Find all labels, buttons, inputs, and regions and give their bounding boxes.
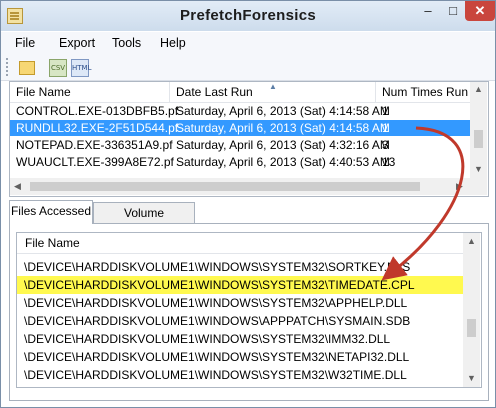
menu-help[interactable]: Help (160, 36, 186, 50)
menu-bar: File Export Tools Help (1, 32, 495, 54)
prefetch-count: 1 (382, 104, 389, 118)
close-button[interactable]: ✕ (465, 1, 495, 21)
prefetch-file-name: NOTEPAD.EXE-336351A9.pf (16, 138, 173, 152)
files-vertical-scrollbar[interactable]: ▲ ▼ (463, 233, 480, 387)
files-list[interactable]: File Name \DEVICE\HARDDISKVOLUME1\WINDOW… (16, 232, 482, 388)
maximize-button[interactable]: □ (441, 1, 465, 21)
file-row[interactable]: \DEVICE\HARDDISKVOLUME1\WINDOWS\APPPATCH… (17, 312, 463, 330)
tab-volume-information[interactable]: Volume Information (93, 202, 195, 240)
scroll-down-icon[interactable]: ▼ (474, 164, 483, 174)
toolbar-grip[interactable] (6, 58, 11, 76)
scroll-up-icon[interactable]: ▲ (467, 236, 476, 246)
prefetch-date: Saturday, April 6, 2013 (Sat) 4:14:58 AM (176, 104, 390, 118)
prefetch-horizontal-scrollbar[interactable]: ◀ ▶ (10, 178, 470, 195)
menu-tools[interactable]: Tools (112, 36, 141, 50)
toolbar: CSV HTML (1, 54, 495, 81)
scroll-thumb[interactable] (30, 182, 420, 191)
prefetch-list[interactable]: File Name Date Last Run ▲ Num Times Run … (9, 81, 489, 197)
col-file-name[interactable]: File Name (17, 233, 463, 253)
scroll-left-icon[interactable]: ◀ (14, 181, 21, 192)
scroll-thumb[interactable] (467, 319, 476, 337)
menu-export[interactable]: Export (59, 36, 95, 50)
prefetch-date: Saturday, April 6, 2013 (Sat) 4:32:16 AM (176, 138, 390, 152)
prefetch-list-header: File Name Date Last Run ▲ Num Times Run (10, 82, 470, 103)
open-folder-icon[interactable] (19, 61, 35, 75)
prefetch-date: Saturday, April 6, 2013 (Sat) 4:14:58 AM (176, 121, 390, 135)
prefetch-file-name: CONTROL.EXE-013DBFB5.pf (16, 104, 179, 118)
prefetch-row[interactable]: WUAUCLT.EXE-399A8E72.pf Saturday, April … (10, 154, 470, 170)
sort-ascending-icon: ▲ (269, 82, 277, 91)
export-html-button[interactable]: HTML (71, 59, 91, 77)
menu-file[interactable]: File (15, 36, 35, 50)
prefetch-row[interactable]: CONTROL.EXE-013DBFB5.pf Saturday, April … (10, 103, 470, 119)
file-row[interactable]: \DEVICE\HARDDISKVOLUME1\WINDOWS\SYSTEM32… (17, 294, 463, 312)
prefetch-vertical-scrollbar[interactable]: ▲ ▼ (470, 82, 487, 195)
file-row[interactable]: \DEVICE\HARDDISKVOLUME1\WINDOWS\SYSTEM32… (17, 366, 463, 384)
prefetch-row-selected[interactable]: RUNDLL32.EXE-2F51D544.pf Saturday, April… (10, 120, 470, 136)
prefetch-count: 3 (382, 138, 389, 152)
prefetch-count: 13 (382, 155, 396, 169)
prefetch-file-name: WUAUCLT.EXE-399A8E72.pf (16, 155, 174, 169)
app-window: PrefetchForensics – □ ✕ File Export Tool… (0, 0, 496, 408)
prefetch-date: Saturday, April 6, 2013 (Sat) 4:40:53 AM (176, 155, 390, 169)
file-row-highlighted[interactable]: \DEVICE\HARDDISKVOLUME1\WINDOWS\SYSTEM32… (17, 276, 463, 294)
scroll-up-icon[interactable]: ▲ (474, 84, 483, 94)
col-num-times-run[interactable]: Num Times Run (376, 82, 470, 102)
prefetch-count: 1 (382, 121, 389, 135)
minimize-button[interactable]: – (415, 1, 441, 21)
file-row[interactable]: \DEVICE\HARDDISKVOLUME1\WINDOWS\SYSTEM32… (17, 258, 463, 276)
file-row[interactable]: \DEVICE\HARDDISKVOLUME1\WINDOWS\SYSTEM32… (17, 348, 463, 366)
tab-files-accessed[interactable]: Files Accessed (9, 200, 93, 224)
title-bar: PrefetchForensics – □ ✕ (1, 1, 495, 31)
prefetch-row[interactable]: NOTEPAD.EXE-336351A9.pf Saturday, April … (10, 137, 470, 153)
scroll-thumb[interactable] (474, 130, 483, 148)
files-accessed-panel: File Name \DEVICE\HARDDISKVOLUME1\WINDOW… (9, 223, 489, 401)
scroll-right-icon[interactable]: ▶ (456, 181, 463, 192)
export-csv-button[interactable]: CSV (49, 59, 67, 77)
prefetch-file-name: RUNDLL32.EXE-2F51D544.pf (16, 121, 179, 135)
file-row[interactable]: \DEVICE\HARDDISKVOLUME1\WINDOWS\SYSTEM32… (17, 330, 463, 348)
scroll-down-icon[interactable]: ▼ (467, 373, 476, 383)
files-list-header: File Name (17, 233, 463, 254)
col-file-name[interactable]: File Name (10, 82, 170, 102)
